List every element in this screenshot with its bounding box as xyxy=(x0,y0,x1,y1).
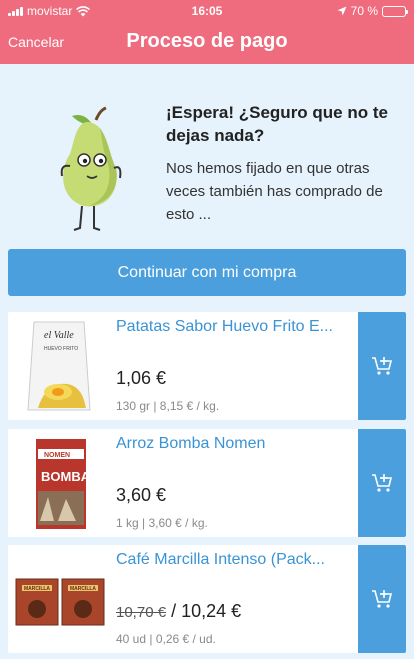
battery-icon xyxy=(382,5,408,17)
header: Cancelar Proceso de pago xyxy=(0,22,414,64)
coffee-brand-logo: MARCILLA xyxy=(70,586,96,592)
suggestion-intro: ¡Espera! ¿Seguro que no te dejas nada? N… xyxy=(0,64,414,244)
product-image-chips: el Valle HUEVO FRITO xyxy=(27,321,91,411)
page-title: Proceso de pago xyxy=(126,30,288,52)
add-to-cart-button[interactable] xyxy=(358,545,406,653)
signal-icon xyxy=(8,6,23,16)
status-left: movistar xyxy=(8,4,91,18)
add-to-cart-button[interactable] xyxy=(358,312,406,420)
add-to-cart-button[interactable] xyxy=(358,429,406,537)
product-image-coffee: MARCILLA MARCILLA xyxy=(15,578,105,626)
product-current-price: 10,24 € xyxy=(181,601,242,621)
carrier-label: movistar xyxy=(27,4,73,18)
intro-title: ¡Espera! ¿Seguro que no te dejas nada? xyxy=(166,103,388,145)
product-old-price: 10,70 € xyxy=(116,604,167,621)
status-bar: movistar 16:05 70 % xyxy=(0,0,414,22)
product-card: NOMEN BOMBA Arroz Bomba Nomen 3,60 € 1 k… xyxy=(8,429,406,537)
status-right: 70 % xyxy=(337,4,408,18)
product-card: MARCILLA MARCILLA Café Marcilla Intenso … xyxy=(8,545,406,653)
product-price: 3,60 € xyxy=(116,485,166,506)
product-unit-info: 130 gr | 8,15 € / kg. xyxy=(116,399,220,413)
cart-plus-icon xyxy=(372,474,393,492)
wifi-icon xyxy=(76,5,91,16)
cart-plus-icon xyxy=(372,357,393,375)
product-current-price: 1,06 € xyxy=(116,368,167,388)
product-price: 1,06 € xyxy=(116,368,166,389)
product-price: 10,70 € / 10,24 € xyxy=(116,601,241,622)
pear-mascot-icon xyxy=(60,106,122,231)
product-current-price: 3,60 € xyxy=(116,485,167,505)
rice-brand-logo: NOMEN xyxy=(44,452,70,459)
product-name[interactable]: Café Marcilla Intenso (Pack... xyxy=(116,551,356,569)
chips-brand-logo: el Valle xyxy=(44,330,74,341)
rice-variety-logo: BOMBA xyxy=(41,469,91,484)
battery-label: 70 % xyxy=(350,4,378,18)
continue-purchase-button[interactable]: Continuar con mi compra xyxy=(8,249,406,296)
product-name[interactable]: Arroz Bomba Nomen xyxy=(116,435,356,453)
product-card: el Valle HUEVO FRITO Patatas Sabor Huevo… xyxy=(8,312,406,420)
coffee-brand-logo: MARCILLA xyxy=(24,586,50,592)
product-name[interactable]: Patatas Sabor Huevo Frito E... xyxy=(116,318,356,336)
intro-text: Nos hemos fijado en que otras veces tamb… xyxy=(166,160,383,223)
cart-plus-icon xyxy=(372,590,393,608)
chips-flavour-logo: HUEVO FRITO xyxy=(44,346,78,352)
product-unit-info: 40 ud | 0,26 € / ud. xyxy=(116,632,216,646)
product-image-rice: NOMEN BOMBA xyxy=(36,439,91,529)
price-separator: / xyxy=(171,601,182,621)
product-unit-info: 1 kg | 3,60 € / kg. xyxy=(116,516,208,530)
location-arrow-icon xyxy=(337,6,347,16)
